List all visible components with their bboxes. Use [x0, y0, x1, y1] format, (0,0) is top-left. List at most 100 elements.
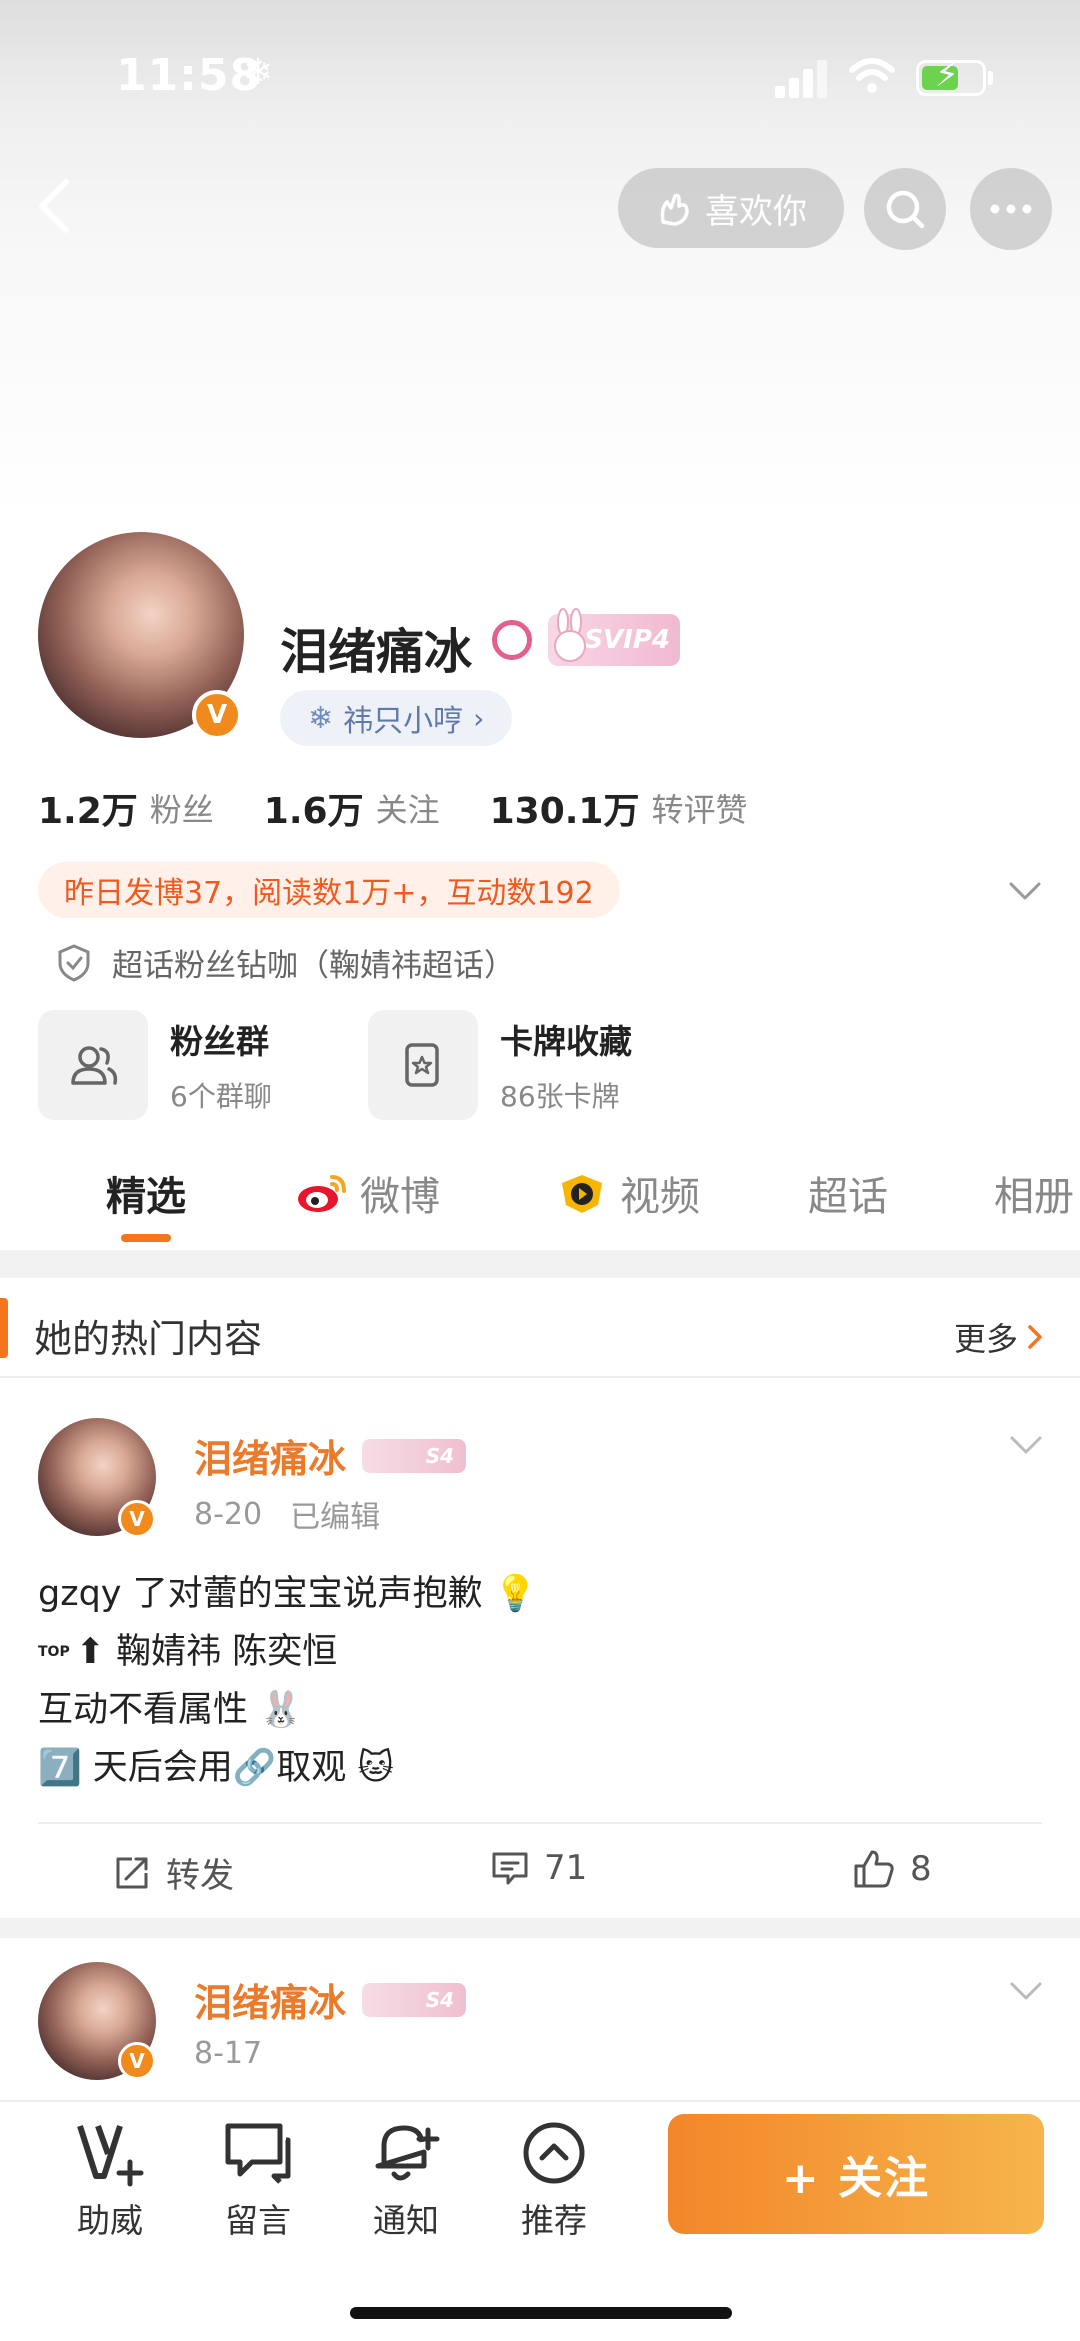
- top-label: TOP: [38, 1644, 70, 1660]
- more-button[interactable]: 更多: [954, 1314, 1046, 1360]
- post-line: ⬆ 鞠婧祎 陈奕恒: [75, 1632, 338, 1672]
- post-author-name[interactable]: 泪绪痛冰: [194, 1972, 346, 2027]
- cheer-button[interactable]: 助威: [50, 2118, 170, 2242]
- chevron-up-circle-icon: [523, 2122, 585, 2184]
- chevron-right-icon: [1028, 1325, 1042, 1349]
- tab-label: 视频: [620, 1174, 700, 1220]
- hot-section-title: 她的热门内容: [34, 1317, 263, 1361]
- verified-badge: V: [118, 2042, 156, 2080]
- chevron-right-icon: ›: [473, 701, 485, 735]
- verified-badge: V: [192, 690, 242, 740]
- post-author-row: 泪绪痛冰 S4: [194, 1428, 467, 1483]
- recommend-button[interactable]: 推荐: [494, 2118, 614, 2242]
- tab-featured[interactable]: 精选: [106, 1164, 186, 1222]
- bell-plus-icon: [375, 2125, 440, 2181]
- group-icon: [38, 1010, 148, 1120]
- divider: [38, 1822, 1042, 1824]
- super-topic-label: 祎只小哼: [343, 704, 464, 739]
- post-date: 8-20: [194, 1496, 263, 1532]
- post-line: gzqy 了对蕾的宝宝说声抱歉 💡: [38, 1574, 538, 1614]
- post-date: 8-17: [194, 2036, 263, 2071]
- stat-label: 转评赞: [651, 791, 748, 829]
- card-subtitle: 6个群聊: [170, 1080, 272, 1113]
- stat-fans[interactable]: 1.2万 粉丝: [38, 782, 214, 834]
- weibo-logo-icon: [298, 1175, 346, 1212]
- message-icon: [225, 2123, 291, 2184]
- bunny-icon: [554, 608, 586, 662]
- post-meta: 8-20 已编辑: [194, 1492, 380, 1536]
- more-label: 更多: [954, 1320, 1019, 1358]
- card-icon: [368, 1010, 478, 1120]
- signal-icon: [775, 58, 829, 98]
- like-you-label: 喜欢你: [705, 191, 807, 232]
- comment-button[interactable]: 71: [490, 1848, 587, 1888]
- super-topic-rank-label: 超话粉丝钻咖（鞠婧祎超话）: [112, 948, 515, 984]
- more-options-button[interactable]: [970, 168, 1052, 250]
- card-collection-card[interactable]: 卡牌收藏 86张卡牌: [368, 1010, 632, 1120]
- stat-label: 粉丝: [149, 791, 214, 829]
- post-line-with-prefix: TOP ⬆ 鞠婧祎 陈奕恒: [38, 1623, 537, 1681]
- search-icon: [886, 190, 925, 229]
- snowflake-icon: ❄: [243, 52, 274, 93]
- tab-active-indicator: [121, 1234, 171, 1242]
- post-body[interactable]: gzqy 了对蕾的宝宝说声抱歉 💡 TOP ⬆ 鞠婧祎 陈奕恒 互动不看属性 🐰…: [38, 1565, 537, 1797]
- post-line: 互动不看属性 🐰: [38, 1690, 303, 1730]
- card-title: 卡牌收藏: [500, 1022, 632, 1061]
- search-button[interactable]: [864, 168, 946, 250]
- chevron-down-icon[interactable]: [1006, 1976, 1046, 2006]
- verified-badge: V: [118, 1500, 156, 1538]
- member-icon[interactable]: [492, 620, 532, 660]
- repost-label: 转发: [166, 1856, 234, 1896]
- recommend-label: 推荐: [521, 2201, 587, 2240]
- v-plus-icon: [77, 2124, 144, 2187]
- profile-stats: 1.2万 粉丝 1.6万 关注 130.1万 转评赞: [38, 782, 747, 834]
- tab-super-topic[interactable]: 超话: [808, 1164, 888, 1222]
- like-count: 8: [910, 1849, 932, 1889]
- back-icon[interactable]: [30, 176, 80, 236]
- tab-weibo[interactable]: 微博: [296, 1164, 440, 1222]
- like-button[interactable]: 8: [852, 1848, 932, 1890]
- super-topic-rank[interactable]: 超话粉丝钻咖（鞠婧祎超话）: [56, 940, 515, 985]
- yesterday-stats-pill[interactable]: 昨日发博37，阅读数1万+，互动数192: [38, 862, 620, 918]
- chevron-down-icon[interactable]: [1006, 1430, 1046, 1460]
- charging-bolt-icon: ⚡: [935, 55, 959, 95]
- stat-value: 1.6万: [263, 791, 364, 832]
- shield-icon: [58, 943, 90, 982]
- notify-label: 通知: [373, 2201, 439, 2240]
- message-button[interactable]: 留言: [198, 2118, 318, 2242]
- post-author-row: 泪绪痛冰 S4: [194, 1972, 467, 2027]
- fan-group-card[interactable]: 粉丝群 6个群聊: [38, 1010, 272, 1120]
- section-accent: [0, 1298, 8, 1358]
- super-topic-tag[interactable]: ❄ 祎只小哼 ›: [280, 690, 513, 746]
- comment-icon: [492, 1852, 528, 1885]
- follow-button[interactable]: + 关注: [668, 2114, 1044, 2234]
- tab-label: 微博: [360, 1174, 440, 1220]
- tab-album[interactable]: 相册: [994, 1164, 1074, 1222]
- comment-count: 71: [544, 1848, 588, 1888]
- stat-interactions[interactable]: 130.1万 转评赞: [490, 782, 748, 834]
- section-gap: [0, 1250, 1080, 1278]
- post-separator: [0, 1918, 1080, 1938]
- post-edited: 已编辑: [290, 1500, 381, 1535]
- post-line: 7️⃣ 天后会用🔗取观 🐱: [38, 1748, 394, 1788]
- chevron-down-icon[interactable]: [1005, 870, 1045, 910]
- wifi-icon: [849, 58, 895, 93]
- repost-button[interactable]: 转发: [112, 1848, 234, 1897]
- cheer-label: 助威: [77, 2201, 143, 2240]
- snowflake-icon: ❄: [308, 700, 334, 736]
- stat-following[interactable]: 1.6万 关注: [264, 782, 440, 834]
- message-label: 留言: [225, 2201, 291, 2240]
- hand-heart-icon: [660, 193, 689, 226]
- stat-value: 130.1万: [489, 791, 640, 832]
- profile-name: 泪绪痛冰: [280, 624, 473, 680]
- notify-button[interactable]: 通知: [346, 2118, 466, 2242]
- repost-icon: [116, 1857, 148, 1888]
- card-subtitle: 86张卡牌: [500, 1080, 620, 1113]
- like-you-button[interactable]: 喜欢你: [618, 168, 844, 248]
- divider: [0, 1376, 1080, 1378]
- tab-video[interactable]: 视频: [556, 1164, 700, 1222]
- s4-badge[interactable]: S4: [362, 1438, 467, 1473]
- video-play-icon: [562, 1175, 602, 1213]
- s4-badge[interactable]: S4: [362, 1982, 467, 2017]
- post-author-name[interactable]: 泪绪痛冰: [194, 1428, 346, 1483]
